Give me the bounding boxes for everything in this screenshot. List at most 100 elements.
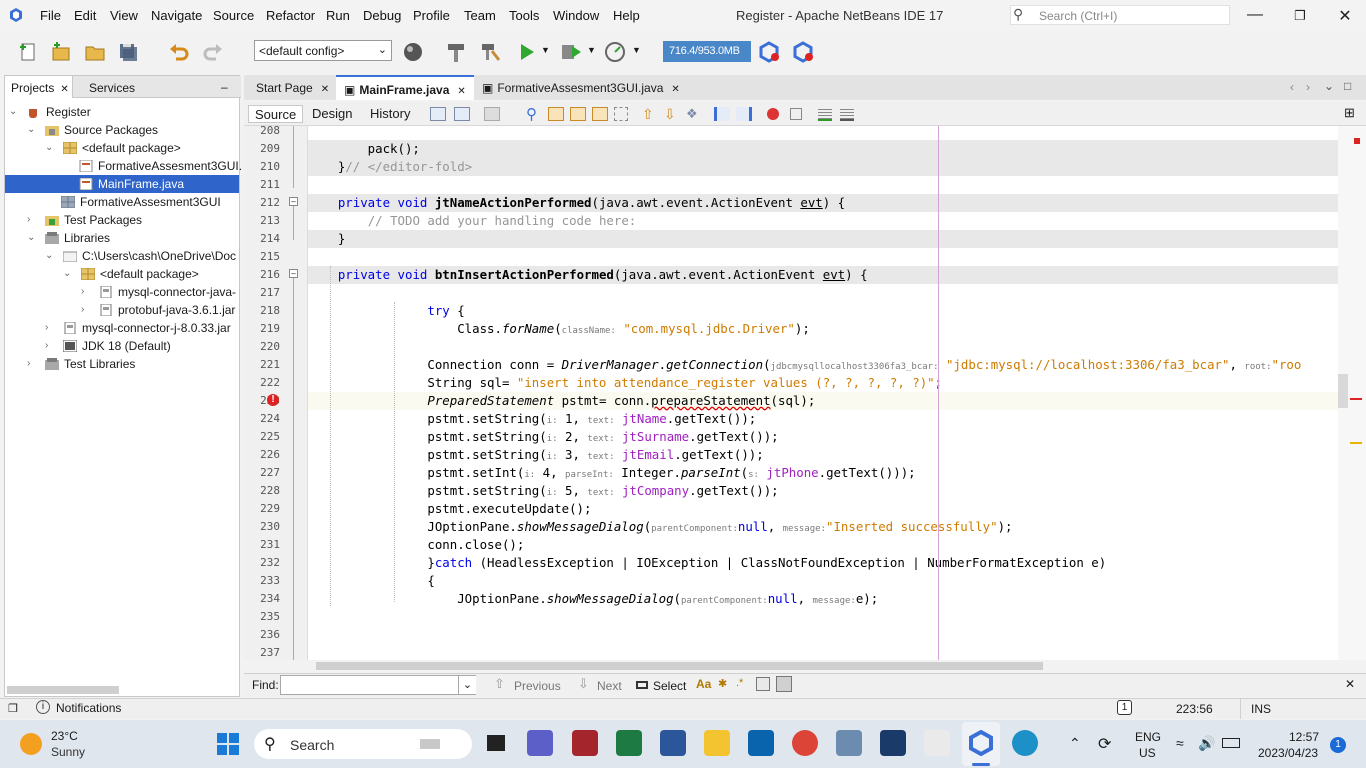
- find-next-icon[interactable]: ⇩: [578, 676, 589, 692]
- battery-icon[interactable]: [1222, 738, 1240, 748]
- teams-icon[interactable]: [527, 730, 553, 756]
- notifications-label[interactable]: Notifications: [56, 701, 121, 715]
- notifications-badge[interactable]: 1: [1117, 700, 1132, 715]
- lang-eng[interactable]: ENG: [1135, 730, 1161, 744]
- tree-item-source-packages[interactable]: ⌄ Source Packages: [27, 121, 158, 139]
- menu-source[interactable]: Source: [213, 8, 254, 23]
- tree-item-default-package-2[interactable]: ⌄ <default package>: [63, 265, 199, 283]
- regex-icon[interactable]: .*: [736, 677, 743, 689]
- scroll-thumb[interactable]: [1338, 374, 1348, 408]
- menu-help[interactable]: Help: [613, 8, 640, 23]
- new-file-icon[interactable]: [17, 41, 39, 63]
- close-icon[interactable]: ✕: [60, 84, 68, 95]
- find-input[interactable]: [280, 675, 476, 695]
- start-macro-icon[interactable]: [767, 108, 779, 120]
- tab-mainframe-java[interactable]: ▣ MainFrame.java ✕: [336, 75, 474, 100]
- volume-icon[interactable]: 🔊: [1198, 735, 1215, 752]
- netbeans-profiler-icon[interactable]: [792, 41, 814, 63]
- tree-item-mysql-connector-j[interactable]: › mysql-connector-j-8.0.33.jar: [45, 319, 231, 337]
- close-icon[interactable]: ✕: [671, 84, 679, 95]
- error-stripe-icon[interactable]: [1354, 138, 1360, 144]
- weather-temp[interactable]: 23°C: [51, 729, 78, 743]
- stop-macro-icon[interactable]: [790, 108, 802, 120]
- tab-formative-java[interactable]: ▣ FormativeAssesment3GUI.java ✕: [474, 75, 688, 100]
- source-mode-button[interactable]: Source: [248, 105, 304, 123]
- find-previous-button[interactable]: Previous: [514, 679, 561, 693]
- maximize-icon[interactable]: ❐: [1290, 8, 1310, 28]
- restore-icon[interactable]: ❐: [8, 702, 18, 715]
- chevron-left-icon[interactable]: ‹: [1290, 80, 1294, 94]
- windows-start-icon[interactable]: [217, 733, 239, 755]
- memory-usage-indicator[interactable]: 716.4/953.0MB: [663, 41, 751, 62]
- info-icon[interactable]: i: [36, 700, 50, 714]
- menu-profile[interactable]: Profile: [413, 8, 450, 23]
- clean-build-icon[interactable]: [479, 41, 501, 63]
- sync-icon[interactable]: ⟳: [1098, 734, 1111, 754]
- tree-item-formative-package[interactable]: FormativeAssesment3GUI: [45, 193, 221, 211]
- uncomment-icon[interactable]: [840, 107, 854, 121]
- vertical-scrollbar[interactable]: [1338, 126, 1366, 660]
- tree-item-onedrive-path[interactable]: ⌄ C:\Users\cash\OneDrive\Doc: [45, 247, 241, 265]
- find-previous-icon[interactable]: ⇧: [494, 676, 505, 692]
- close-icon[interactable]: ✕: [321, 84, 329, 95]
- minimize-panel-icon[interactable]: –: [221, 80, 228, 94]
- word-icon[interactable]: [660, 730, 686, 756]
- weather-desc[interactable]: Sunny: [51, 745, 85, 759]
- globe-icon[interactable]: [402, 41, 424, 63]
- save-all-icon[interactable]: [117, 41, 139, 63]
- profile-icon[interactable]: [604, 41, 626, 63]
- outlook-icon[interactable]: [748, 730, 774, 756]
- last-edit-icon[interactable]: [430, 107, 446, 121]
- tab-projects[interactable]: Projects ✕: [5, 76, 73, 98]
- minimize-icon[interactable]: —: [1245, 6, 1265, 26]
- edge-icon[interactable]: [1012, 730, 1038, 756]
- gc-icon[interactable]: [758, 41, 780, 63]
- tree-item-mysql-connector-java[interactable]: › mysql-connector-java-: [81, 283, 241, 301]
- highlight-results-icon[interactable]: [756, 677, 770, 691]
- redo-icon[interactable]: [202, 41, 224, 63]
- find-next-button[interactable]: Next: [597, 679, 622, 693]
- app-icon[interactable]: [924, 730, 950, 756]
- split-editor-icon[interactable]: ⊞: [1344, 105, 1355, 121]
- warning-marker[interactable]: [1350, 442, 1362, 444]
- tree-item-register[interactable]: ⌄ Register: [9, 103, 91, 121]
- design-mode-button[interactable]: Design: [306, 105, 358, 123]
- chrome-icon[interactable]: [792, 730, 818, 756]
- tree-item-protobuf-jar[interactable]: › protobuf-java-3.6.1.jar: [81, 301, 241, 319]
- find-selection-icon[interactable]: [592, 107, 608, 121]
- shift-left-icon[interactable]: [714, 107, 730, 121]
- toggle-highlight-icon[interactable]: [614, 107, 628, 121]
- vscode-icon[interactable]: [880, 730, 906, 756]
- error-marker[interactable]: [1350, 398, 1362, 400]
- find-next-icon[interactable]: [570, 107, 586, 121]
- horizontal-scrollbar[interactable]: [7, 686, 119, 694]
- maximize-editor-icon[interactable]: □: [1344, 79, 1351, 93]
- match-case-icon[interactable]: Aa: [696, 677, 711, 691]
- tab-services[interactable]: Services: [83, 76, 141, 98]
- excel-icon[interactable]: [616, 730, 642, 756]
- fold-toggle-icon[interactable]: –: [289, 269, 298, 278]
- tree-item-test-packages[interactable]: › Test Packages: [27, 211, 142, 229]
- comment-icon[interactable]: [818, 107, 832, 121]
- forward-icon[interactable]: [484, 107, 500, 121]
- menu-view[interactable]: View: [110, 8, 138, 23]
- menu-run[interactable]: Run: [326, 8, 350, 23]
- lang-us[interactable]: US: [1139, 746, 1156, 760]
- menu-debug[interactable]: Debug: [363, 8, 401, 23]
- close-icon[interactable]: ✕: [1335, 6, 1355, 26]
- chevron-right-icon[interactable]: ›: [1306, 80, 1310, 94]
- find-history-dropdown[interactable]: ⌄: [458, 676, 476, 694]
- toggle-bookmark-icon[interactable]: ❖: [686, 106, 698, 122]
- tree-item-jdk[interactable]: › JDK 18 (Default): [45, 337, 171, 355]
- close-icon[interactable]: ✕: [457, 86, 465, 97]
- code-editor[interactable]: pack(); }// </editor-fold> private void …: [308, 126, 1338, 660]
- run-dropdown-icon[interactable]: ▼: [541, 45, 550, 55]
- wrap-around-icon[interactable]: [776, 676, 792, 692]
- fold-toggle-icon[interactable]: –: [289, 197, 298, 206]
- undo-icon[interactable]: [168, 41, 190, 63]
- run-icon[interactable]: [516, 41, 538, 63]
- tree-item-formative-java[interactable]: FormativeAssesment3GUI.: [63, 157, 241, 175]
- back-icon[interactable]: [454, 107, 470, 121]
- file-explorer-icon[interactable]: [704, 730, 730, 756]
- menu-file[interactable]: File: [40, 8, 61, 23]
